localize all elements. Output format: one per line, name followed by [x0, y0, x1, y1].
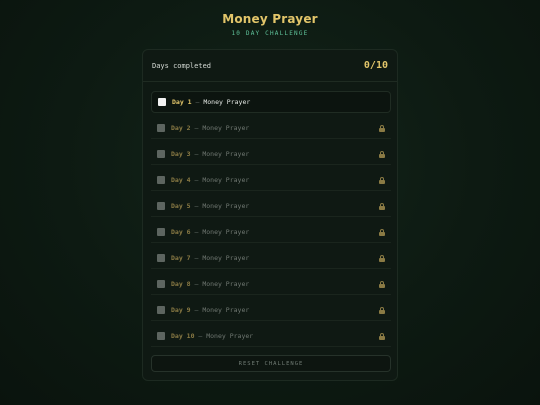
day-separator: —: [190, 305, 203, 314]
day-name: Money Prayer: [202, 175, 250, 184]
challenge-card: Days completed 0/10 Day 1 — Money Prayer…: [142, 49, 398, 381]
lock-icon: [379, 125, 385, 132]
page-title: Money Prayer: [222, 12, 318, 26]
day-separator: —: [190, 279, 203, 288]
day-name: Money Prayer: [202, 227, 250, 236]
day-label: Day 9 — Money Prayer: [171, 306, 249, 314]
day-label: Day 4 — Money Prayer: [171, 176, 249, 184]
lock-icon: [379, 281, 385, 288]
day-name: Money Prayer: [203, 98, 251, 106]
day-label: Day 2 — Money Prayer: [171, 124, 249, 132]
day-checkbox[interactable]: [157, 331, 165, 340]
header: Money Prayer 10 DAY CHALLENGE: [0, 12, 540, 37]
day-item-8[interactable]: Day 8 — Money Prayer: [151, 273, 391, 295]
day-name: Money Prayer: [202, 149, 250, 158]
lock-icon: [379, 255, 385, 262]
day-separator: —: [190, 123, 203, 132]
page-subtitle: 10 DAY CHALLENGE: [231, 30, 309, 37]
day-number: Day 1: [172, 98, 192, 106]
day-separator: —: [194, 331, 207, 340]
day-checkbox[interactable]: [157, 279, 165, 288]
day-checkbox[interactable]: [157, 201, 165, 210]
day-label: Day 3 — Money Prayer: [171, 150, 249, 158]
progress-count: 0/10: [363, 60, 388, 71]
lock-icon: [379, 151, 385, 158]
day-item-7[interactable]: Day 7 — Money Prayer: [151, 247, 391, 269]
day-checkbox[interactable]: [157, 123, 165, 132]
day-name: Money Prayer: [202, 279, 250, 288]
day-number: Day 9: [171, 305, 191, 314]
progress-label: Days completed: [152, 61, 212, 70]
day-label: Day 6 — Money Prayer: [171, 228, 249, 236]
day-number: Day 8: [171, 279, 191, 288]
day-item-5[interactable]: Day 5 — Money Prayer: [151, 195, 391, 217]
lock-icon: [379, 203, 385, 210]
day-separator: —: [190, 149, 203, 158]
day-list: Day 1 — Money Prayer Day 2 — Money Praye…: [151, 91, 391, 351]
lock-icon: [379, 307, 385, 314]
day-label: Day 1 — Money Prayer: [172, 98, 250, 106]
day-number: Day 3: [171, 149, 191, 158]
day-item-4[interactable]: Day 4 — Money Prayer: [151, 169, 391, 191]
day-separator: —: [191, 98, 204, 106]
lock-icon: [379, 229, 385, 236]
lock-icon: [379, 333, 385, 340]
day-label: Day 5 — Money Prayer: [171, 202, 249, 210]
day-name: Money Prayer: [202, 201, 250, 210]
day-item-10[interactable]: Day 10 — Money Prayer: [151, 325, 391, 347]
day-checkbox[interactable]: [157, 149, 165, 158]
day-number: Day 2: [171, 123, 191, 132]
day-separator: —: [190, 201, 203, 210]
day-separator: —: [190, 175, 203, 184]
day-checkbox[interactable]: [157, 253, 165, 262]
day-checkbox[interactable]: [157, 227, 165, 236]
day-number: Day 5: [171, 201, 191, 210]
day-separator: —: [190, 227, 203, 236]
day-item-1[interactable]: Day 1 — Money Prayer: [151, 91, 391, 113]
day-item-6[interactable]: Day 6 — Money Prayer: [151, 221, 391, 243]
day-separator: —: [190, 253, 203, 262]
day-checkbox[interactable]: [157, 305, 165, 314]
progress-row: Days completed 0/10: [143, 50, 397, 82]
day-number: Day 6: [171, 227, 191, 236]
lock-icon: [379, 177, 385, 184]
day-name: Money Prayer: [202, 305, 250, 314]
reset-challenge-button[interactable]: RESET CHALLENGE: [151, 355, 391, 372]
day-number: Day 7: [171, 253, 191, 262]
day-number: Day 4: [171, 175, 191, 184]
day-number: Day 10: [171, 331, 195, 340]
day-item-2[interactable]: Day 2 — Money Prayer: [151, 117, 391, 139]
day-label: Day 10 — Money Prayer: [171, 332, 253, 340]
day-label: Day 8 — Money Prayer: [171, 280, 249, 288]
day-checkbox[interactable]: [158, 98, 166, 106]
day-item-3[interactable]: Day 3 — Money Prayer: [151, 143, 391, 165]
day-item-9[interactable]: Day 9 — Money Prayer: [151, 299, 391, 321]
day-label: Day 7 — Money Prayer: [171, 254, 249, 262]
day-name: Money Prayer: [206, 331, 254, 340]
day-checkbox[interactable]: [157, 175, 165, 184]
day-name: Money Prayer: [202, 123, 250, 132]
day-name: Money Prayer: [202, 253, 250, 262]
